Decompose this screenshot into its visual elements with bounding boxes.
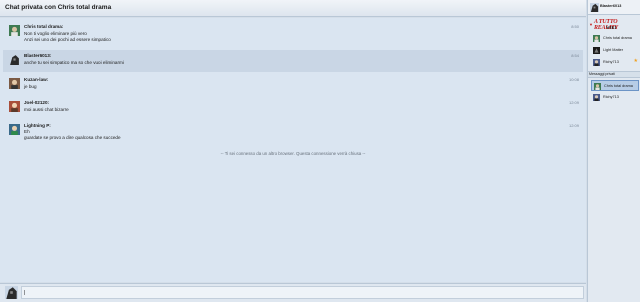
message-text: Anzi sei uno dei pochi ad essere simpati… <box>24 37 111 42</box>
message-list[interactable]: Chris total drama: 8:50 Non ti voglio el… <box>0 18 586 282</box>
message-time: 12:09 <box>568 123 579 128</box>
user-list-item[interactable]: Light Matter <box>591 45 639 56</box>
my-avatar <box>5 286 18 299</box>
user-avatar <box>594 83 601 90</box>
current-user-name: Blaster6013 <box>600 4 622 8</box>
message-time: 8:50 <box>571 24 579 29</box>
user-list-item[interactable]: Chris total drama <box>591 33 639 44</box>
message-author[interactable]: Lightning P: <box>24 123 51 128</box>
message-item: Lightning P: 12:09 Eh guardate se provo … <box>3 120 583 146</box>
message-text: anche tu sei simpatico ma so che vuoi el… <box>24 60 124 65</box>
user-name: Chris total drama <box>603 36 632 40</box>
wiki-logo-subtext: WIKI <box>606 25 617 30</box>
connection-notice: -- Ti sei connesso da un altro browser. … <box>220 151 366 156</box>
collapse-arrow-icon[interactable]: ▼ <box>589 22 593 27</box>
message-item: Chris total drama: 8:50 Non ti voglio el… <box>3 21 583 49</box>
message-author[interactable]: Kuzan-law: <box>24 77 48 82</box>
current-user-avatar <box>590 3 599 12</box>
user-avatar <box>593 59 600 66</box>
user-avatar[interactable] <box>9 78 20 89</box>
current-user[interactable]: Blaster6013 <box>588 0 640 15</box>
user-avatar[interactable] <box>9 25 20 36</box>
user-list-item[interactable]: Richy713 ★ <box>591 57 639 68</box>
message-item: Blaster6013: 8:54 anche tu sei simpatico… <box>3 50 583 72</box>
chat-header: Chat privata con Chris total drama <box>0 0 586 17</box>
message-author[interactable]: Blaster6013: <box>24 53 51 58</box>
user-name: Chris total drama <box>604 84 633 88</box>
user-avatar[interactable] <box>9 124 20 135</box>
message-author[interactable]: Joel-02120: <box>24 100 49 105</box>
user-avatar <box>593 94 600 101</box>
wiki-logo: ▼ A TUTTO REALITY WIKI <box>588 18 640 32</box>
message-author[interactable]: Chris total drama: <box>24 24 63 29</box>
user-name: Richy713 <box>603 60 619 64</box>
private-chat-item[interactable]: Richy713 <box>591 92 639 103</box>
private-messages-header: Messaggi privati <box>588 71 640 78</box>
user-avatar <box>593 47 600 54</box>
message-text: Non ti voglio eliminare più vero <box>24 31 87 36</box>
message-composer <box>0 284 586 302</box>
user-avatar[interactable] <box>9 101 20 112</box>
user-avatar[interactable] <box>9 54 20 65</box>
wiki-logo-text: A TUTTO REALITY <box>594 19 618 31</box>
message-time: 10:08 <box>568 77 579 82</box>
message-text: guardate se provo a dire qualcosa che su… <box>24 135 121 140</box>
message-time: 12:09 <box>568 100 579 105</box>
user-avatar <box>593 35 600 42</box>
user-name: Richy713 <box>603 95 619 99</box>
message-time: 8:54 <box>571 53 579 58</box>
message-item: Joel-02120: 12:09 moi aussi chat bizarre <box>3 97 583 119</box>
star-icon: ★ <box>633 58 638 64</box>
message-item: Kuzan-law: 10:08 je bug <box>3 74 583 96</box>
message-text: moi aussi chat bizarre <box>24 107 69 112</box>
message-text: je bug <box>24 84 37 89</box>
message-input[interactable] <box>21 286 584 299</box>
chat-title: Chat privata con Chris total drama <box>5 4 112 11</box>
private-chat-item[interactable]: Chris total drama <box>591 80 639 91</box>
user-sidebar: Blaster6013 ▼ A TUTTO REALITY WIKI Chris… <box>587 0 640 302</box>
message-text: Eh <box>24 129 30 134</box>
user-name: Light Matter <box>603 48 624 52</box>
